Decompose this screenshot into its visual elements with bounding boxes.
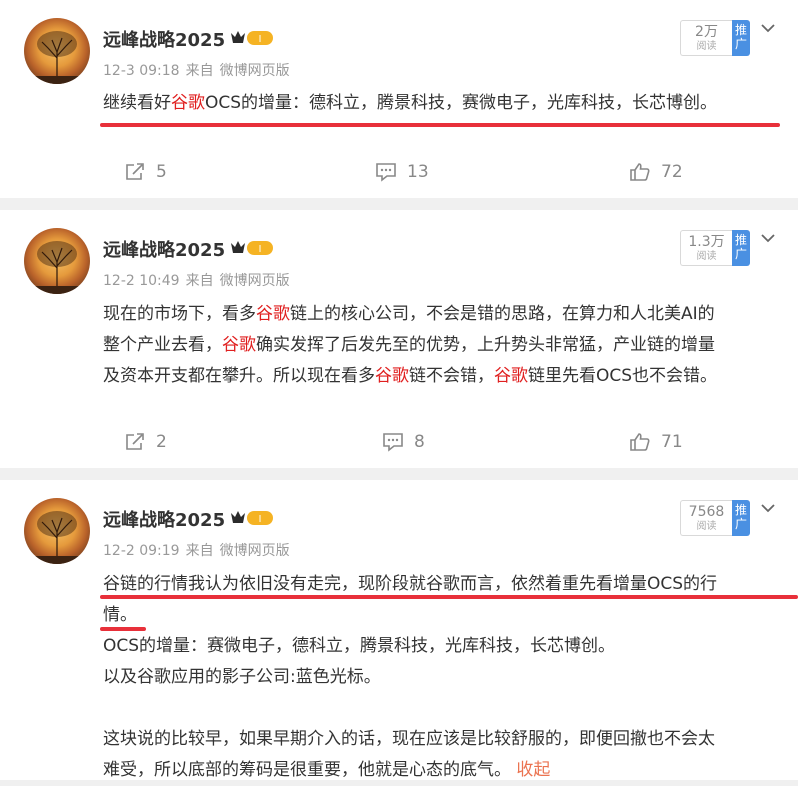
vip-badge-icon[interactable]: I	[229, 509, 275, 527]
comment-count: 13	[407, 162, 429, 182]
repost-button[interactable]: 2	[124, 432, 167, 452]
weibo-post-1: 远峰战略2025 I 12-3 09:18 来自 微博网页版 2万 阅读 推广 继续…	[0, 0, 798, 198]
author-avatar[interactable]	[24, 498, 90, 564]
comment-icon	[383, 433, 403, 452]
collapse-link[interactable]: 收起	[516, 760, 550, 780]
red-underline-annotation	[100, 123, 780, 127]
repost-icon	[126, 163, 144, 180]
read-count-box: 7568 阅读	[680, 500, 732, 536]
repost-button[interactable]: 5	[124, 162, 167, 182]
promote-button[interactable]: 推广	[732, 230, 750, 266]
promote-button[interactable]: 推广	[732, 500, 750, 536]
post-meta: 12-3 09:18 来自 微博网页版	[103, 60, 296, 80]
text-line: 整个产业去看，谷歌确实发挥了后发先至的优势，上升势头非常猛，产业链的增量	[103, 335, 715, 355]
post-source[interactable]: 微博网页版	[220, 63, 290, 79]
comment-count: 8	[414, 432, 425, 452]
text-line: 以及谷歌应用的影子公司:蓝色光标。	[103, 667, 381, 687]
weibo-post-3: 远峰战略2025 I 12-2 09:19 来自 微博网页版 7568 阅读 推广 …	[0, 480, 798, 780]
post-text: 现在的市场下，看多谷歌链上的核心公司，不会是错的思路，在算力和人北美AI的 整个…	[103, 299, 717, 392]
comment-icon	[376, 163, 396, 182]
post-date[interactable]: 12-3 09:18	[103, 63, 180, 79]
google-link[interactable]: 谷歌	[375, 366, 409, 386]
tree-image	[24, 511, 90, 564]
thumbs-up-icon	[630, 433, 650, 451]
text-line: OCS的增量：赛微电子，德科立，腾景科技，光库科技，长芯博创。	[103, 636, 616, 656]
vip-level: I	[259, 244, 262, 255]
author-avatar[interactable]	[24, 228, 90, 294]
text-segment: 继续看好	[103, 93, 171, 113]
google-link[interactable]: 谷歌	[222, 335, 256, 355]
read-count: 7568	[688, 504, 725, 520]
source-prefix: 来自	[185, 273, 214, 289]
like-button[interactable]: 72	[629, 162, 683, 182]
like-count: 72	[661, 162, 683, 182]
text-line: 及资本开支都在攀升。所以现在看多谷歌链不会错，谷歌链里先看OCS也不会错。	[103, 366, 718, 386]
red-underline-annotation	[100, 595, 798, 599]
read-label: 阅读	[696, 521, 717, 532]
tree-image	[24, 31, 90, 84]
post-date[interactable]: 12-2 09:19	[103, 543, 180, 559]
text-line: 情。	[103, 605, 137, 625]
author-avatar[interactable]	[24, 18, 90, 84]
text-line: 现在的市场下，看多谷歌链上的核心公司，不会是错的思路，在算力和人北美AI的	[103, 304, 715, 324]
source-prefix: 来自	[185, 543, 214, 559]
author-name[interactable]: 远峰战略2025	[103, 506, 225, 532]
promote-button[interactable]: 推广	[732, 20, 750, 56]
author-name[interactable]: 远峰战略2025	[103, 236, 225, 262]
comment-button[interactable]: 13	[375, 162, 429, 182]
text-segment: OCS的增量：德科立，腾景科技，赛微电子，光库科技，长芯博创。	[205, 93, 718, 113]
source-prefix: 来自	[185, 63, 214, 79]
like-button[interactable]: 71	[629, 432, 683, 452]
google-link[interactable]: 谷歌	[494, 366, 528, 386]
chevron-down-icon[interactable]	[760, 232, 776, 244]
vip-level: I	[259, 34, 262, 45]
read-count-box: 2万 阅读	[680, 20, 732, 56]
thumbs-up-icon	[630, 163, 650, 181]
vip-level: I	[259, 514, 262, 525]
read-label: 阅读	[696, 41, 717, 52]
post-source[interactable]: 微博网页版	[220, 273, 290, 289]
google-link[interactable]: 谷歌	[171, 93, 205, 113]
comment-button[interactable]: 8	[382, 432, 425, 452]
text-line: 这块说的比较早，如果早期介入的话，现在应该是比较舒服的，即便回撤也不会太	[103, 729, 715, 749]
repost-count: 2	[156, 432, 167, 452]
post-text: 继续看好谷歌OCS的增量：德科立，腾景科技，赛微电子，光库科技，长芯博创。	[103, 88, 717, 119]
red-underline-annotation	[100, 627, 146, 631]
read-label: 阅读	[696, 251, 717, 262]
author-name[interactable]: 远峰战略2025	[103, 26, 225, 52]
post-meta: 12-2 09:19 来自 微博网页版	[103, 540, 296, 560]
google-link[interactable]: 谷歌	[256, 304, 290, 324]
text-line: 难受，所以底部的筹码是很重要，他就是心态的底气。 收起	[103, 760, 551, 780]
read-count: 2万	[695, 24, 718, 40]
weibo-post-2: 远峰战略2025 I 12-2 10:49 来自 微博网页版 1.3万 阅读 推广 …	[0, 210, 798, 468]
read-count: 1.3万	[688, 234, 725, 250]
vip-badge-icon[interactable]: I	[229, 29, 275, 47]
like-count: 71	[661, 432, 683, 452]
post-text: 谷链的行情我认为依旧没有走完，现阶段就谷歌而言，依然着重先看增量OCS的行 情。…	[103, 569, 717, 786]
repost-count: 5	[156, 162, 167, 182]
read-count-box: 1.3万 阅读	[680, 230, 732, 266]
vip-badge-icon[interactable]: I	[229, 239, 275, 257]
tree-image	[24, 241, 90, 294]
post-date[interactable]: 12-2 10:49	[103, 273, 180, 289]
post-source[interactable]: 微博网页版	[220, 543, 290, 559]
post-meta: 12-2 10:49 来自 微博网页版	[103, 270, 296, 290]
repost-icon	[126, 433, 144, 450]
chevron-down-icon[interactable]	[760, 502, 776, 514]
chevron-down-icon[interactable]	[760, 22, 776, 34]
